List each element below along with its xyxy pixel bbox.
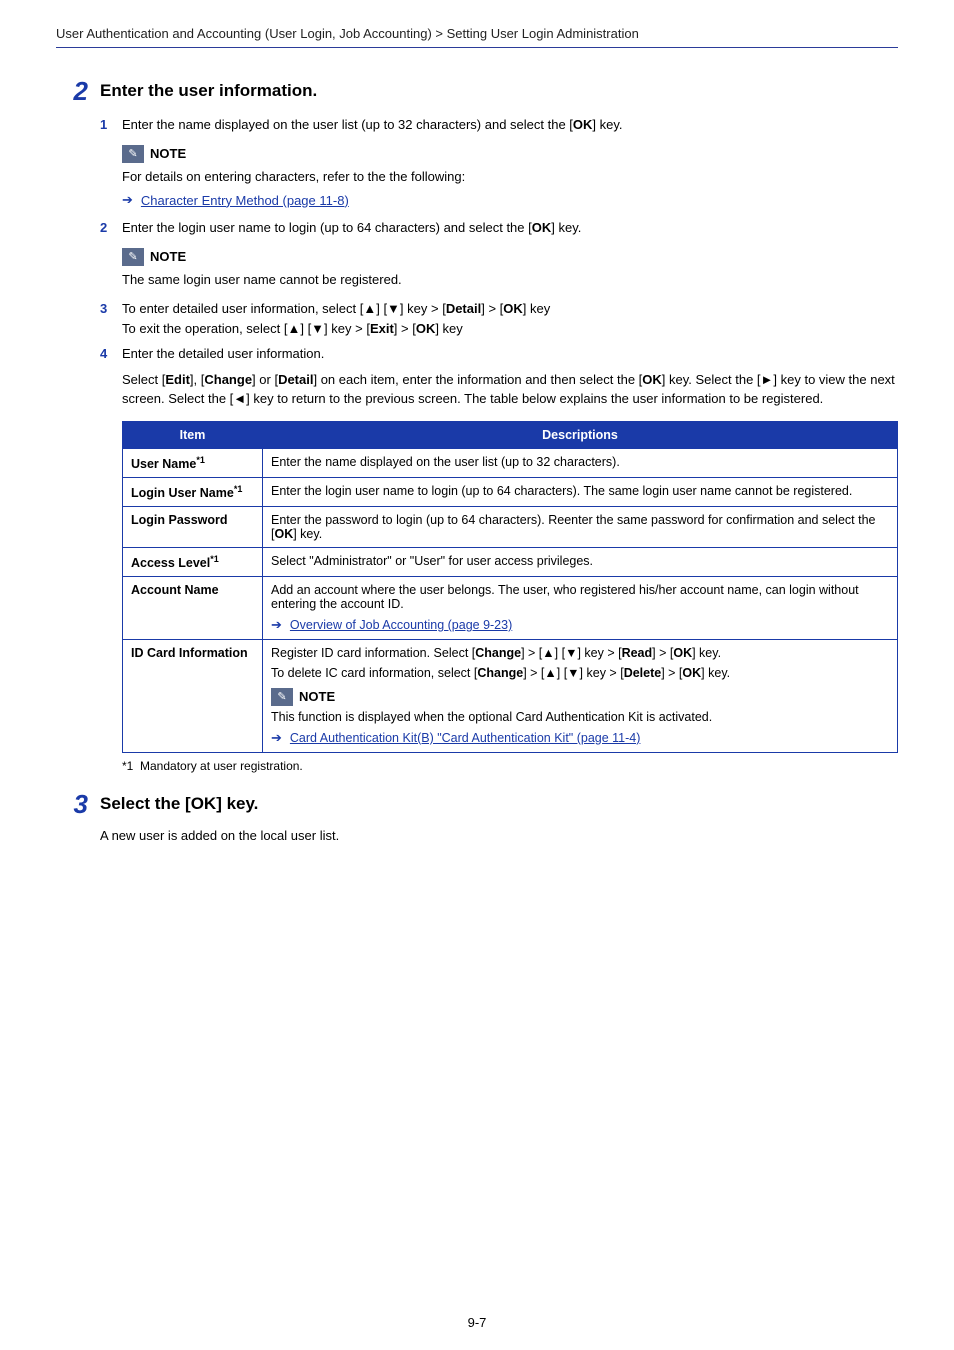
- table-row: User Name*1 Enter the name displayed on …: [123, 448, 898, 477]
- arrow-icon: ➔: [122, 192, 133, 208]
- table-row: ID Card Information Register ID card inf…: [123, 639, 898, 752]
- section-2: 2 Enter the user information. 1 Enter th…: [56, 76, 898, 773]
- note-1: ✎ NOTE For details on entering character…: [122, 145, 898, 209]
- note-icon: ✎: [122, 248, 144, 266]
- user-info-table: Item Descriptions User Name*1 Enter the …: [122, 421, 898, 753]
- arrow-icon: ➔: [271, 730, 282, 746]
- link-card-auth-kit[interactable]: Card Authentication Kit(B) "Card Authent…: [290, 731, 641, 745]
- note-icon: ✎: [271, 688, 293, 706]
- breadcrumb: User Authentication and Accounting (User…: [56, 26, 898, 47]
- substep-3: 3 To enter detailed user information, se…: [100, 299, 898, 338]
- link-char-entry[interactable]: Character Entry Method (page 11-8): [141, 193, 349, 208]
- note-2: ✎ NOTE The same login user name cannot b…: [122, 248, 898, 290]
- section-heading: Enter the user information.: [100, 76, 898, 101]
- table-footnote: *1 Mandatory at user registration.: [122, 759, 898, 773]
- table-row: Login User Name*1 Enter the login user n…: [123, 477, 898, 506]
- page-number: 9-7: [0, 1315, 954, 1330]
- section-body: A new user is added on the local user li…: [100, 828, 898, 843]
- link-job-accounting[interactable]: Overview of Job Accounting (page 9-23): [290, 618, 512, 632]
- header-rule: [56, 47, 898, 48]
- th-desc: Descriptions: [263, 421, 898, 448]
- section-number: 3: [56, 789, 100, 843]
- substep-2: 2 Enter the login user name to login (up…: [100, 218, 898, 238]
- section-heading: Select the [OK] key.: [100, 789, 898, 814]
- substep-1: 1 Enter the name displayed on the user l…: [100, 115, 898, 135]
- th-item: Item: [123, 421, 263, 448]
- note-icon: ✎: [122, 145, 144, 163]
- table-row: Login Password Enter the password to log…: [123, 506, 898, 547]
- para-intro: Select [Edit], [Change] or [Detail] on e…: [122, 370, 898, 409]
- table-row: Access Level*1 Select "Administrator" or…: [123, 547, 898, 576]
- substep-4: 4 Enter the detailed user information.: [100, 344, 898, 364]
- table-row: Account Name Add an account where the us…: [123, 576, 898, 639]
- section-number: 2: [56, 76, 100, 773]
- section-3: 3 Select the [OK] key. A new user is add…: [56, 789, 898, 843]
- arrow-icon: ➔: [271, 617, 282, 633]
